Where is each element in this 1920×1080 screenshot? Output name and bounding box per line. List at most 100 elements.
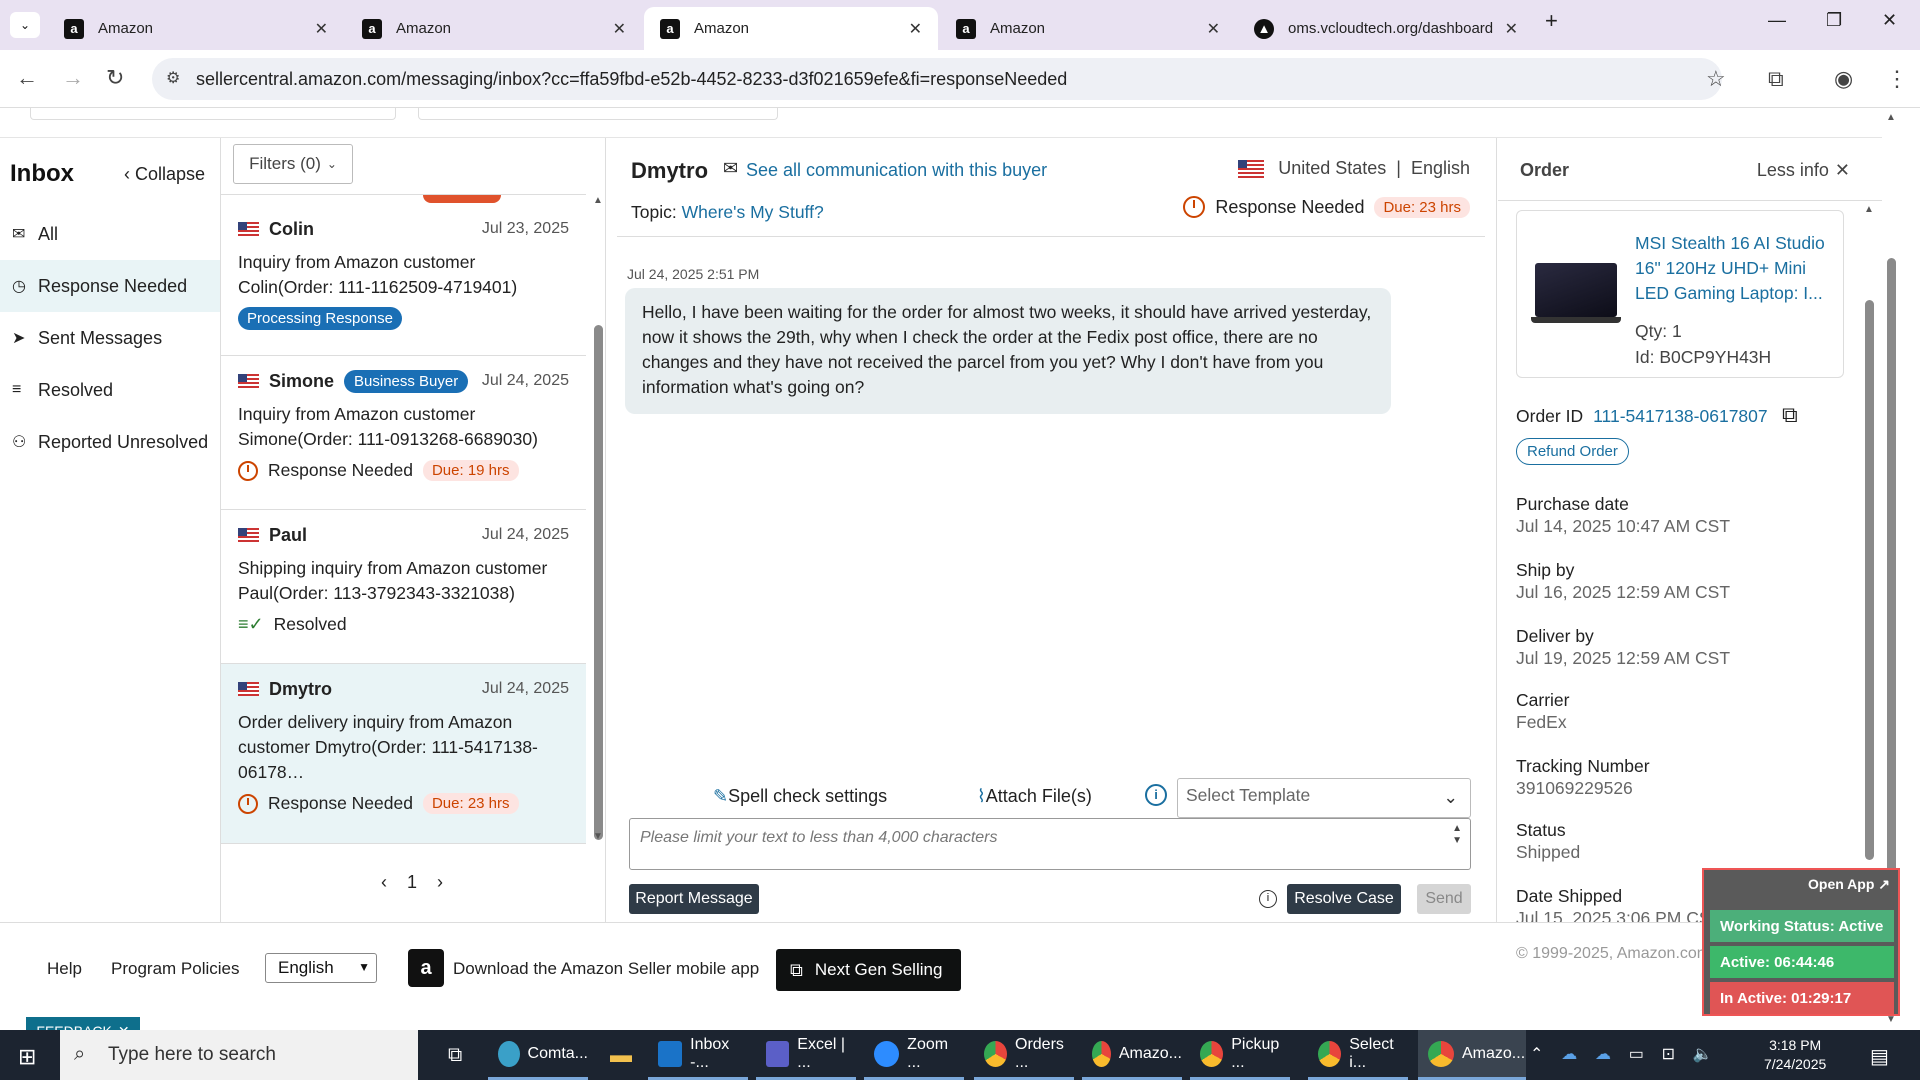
scroll-down-icon[interactable]: ▼ [593,831,603,842]
volume-icon[interactable]: 🔈 [1693,1046,1713,1063]
filters-dropdown[interactable]: Filters (0) ⌄ [233,144,353,184]
forward-icon[interactable]: → [62,65,84,91]
windows-start-icon[interactable]: ⊞ [18,1044,36,1070]
download-app-link[interactable]: Download the Amazon Seller mobile app [453,959,759,979]
oms-favicon-icon: ▲ [1254,18,1274,39]
order-id-link[interactable]: 111-5417138-0617807 [1593,406,1768,426]
taskbar-app-chrome-amazon[interactable]: Amazo... [1082,1030,1182,1080]
product-card: MSI Stealth 16 AI Studio 16" 120Hz UHD+ … [1516,210,1844,378]
program-policies-link[interactable]: Program Policies [111,959,240,979]
open-app-button[interactable]: Open App ↗ [1808,876,1890,893]
product-name-link[interactable]: MSI Stealth 16 AI Studio 16" 120Hz UHD+ … [1635,231,1835,306]
network-icon[interactable]: ⊡ [1662,1046,1675,1063]
bookmark-star-icon[interactable]: ☆ [1706,66,1726,92]
sidebar-item-reported-unresolved[interactable]: ⚇ Reported Unresolved [0,416,220,468]
taskbar-clock[interactable]: 3:18 PM 7/24/2025 [1764,1036,1826,1074]
taskbar-app-comta[interactable]: Comta... [488,1030,588,1080]
list-scrollbar[interactable]: ▲ ▼ [590,195,606,845]
taskbar-app-chrome-pickup[interactable]: Pickup ... [1190,1030,1290,1080]
pagination: ‹ 1 › [381,872,443,893]
close-tab-icon[interactable]: ✕ [1505,19,1518,39]
browser-tab-3-active[interactable]: a Amazon ✕ [644,7,938,50]
browser-tab-5[interactable]: ▲ oms.vcloudtech.org/dashboard ✕ [1238,7,1534,50]
resolve-case-button[interactable]: Resolve Case [1287,884,1401,914]
taskbar-app-zoom[interactable]: Zoom ... [864,1030,964,1080]
taskbar-app-chrome-select[interactable]: Select i... [1308,1030,1408,1080]
see-all-communication-link[interactable]: See all communication with this buyer [746,160,1047,181]
spell-check-settings-button[interactable]: ✎Spell check settings [713,786,887,807]
chrome-icon [984,1040,1007,1067]
tracking-number-value: 391069229526 [1516,778,1633,798]
less-info-button[interactable]: Less info ✕ [1757,160,1850,181]
copy-icon[interactable]: ⧉ [1782,402,1798,428]
browser-tab-1[interactable]: a Amazon ✕ [48,7,344,50]
extensions-icon[interactable]: ⧉ [1768,66,1784,92]
next-page-icon[interactable]: › [437,872,443,892]
taskbar-search[interactable]: ⌕ Type here to search [60,1030,418,1080]
tab-list-dropdown[interactable]: ⌄ [10,12,40,38]
task-view-icon[interactable]: ⧉ [438,1030,482,1080]
new-tab-icon[interactable]: + [1545,8,1558,34]
sidebar-item-sent-messages[interactable]: ➤ Sent Messages [0,312,220,364]
collapse-button[interactable]: ‹ Collapse [124,164,205,185]
message-card-dmytro-selected[interactable]: Dmytro Jul 24, 2025 Order delivery inquir… [221,664,586,844]
page-number[interactable]: 1 [407,872,417,892]
info-icon[interactable]: i [1145,784,1167,806]
close-tab-icon[interactable]: ✕ [315,19,328,39]
refund-order-button[interactable]: Refund Order [1516,438,1629,465]
close-window-icon[interactable]: ✕ [1882,10,1897,31]
buyer-name: Paul [269,524,308,545]
close-tab-icon[interactable]: ✕ [909,19,922,39]
prev-page-icon[interactable]: ‹ [381,872,387,892]
file-explorer-icon[interactable]: ▬ [600,1030,640,1080]
profile-icon[interactable]: ◉ [1834,66,1853,92]
chrome-icon [1200,1040,1224,1067]
url-field[interactable]: ⚙ sellercentral.amazon.com/messaging/inb… [152,58,1722,100]
chevron-up-icon[interactable]: ⌃ [1530,1046,1543,1063]
onedrive-icon[interactable]: ☁ [1595,1046,1611,1063]
scrollbar-thumb[interactable] [594,325,603,840]
send-button[interactable]: Send [1417,884,1471,914]
help-link[interactable]: Help [47,959,82,979]
topic-line: Topic: Where's My Stuff? [631,202,824,223]
language-select[interactable]: English ▼ [265,953,377,983]
reply-textarea[interactable]: Please limit your text to less than 4,00… [629,818,1471,870]
next-gen-selling-button[interactable]: ⧉ Next Gen Selling [776,949,961,991]
close-tab-icon[interactable]: ✕ [1207,19,1220,39]
taskbar-app-chrome-orders[interactable]: Orders ... [974,1030,1074,1080]
message-date: Jul 24, 2025 [481,526,569,543]
message-card-paul[interactable]: Paul Jul 24, 2025 Shipping inquiry from A… [221,510,586,664]
browser-menu-icon[interactable]: ⋮ [1886,66,1908,92]
browser-tab-2[interactable]: a Amazon ✕ [346,7,642,50]
message-card-simone[interactable]: Simone Business Buyer Jul 24, 2025 Inquiry… [221,356,586,510]
message-card-colin[interactable]: Colin Jul 23, 2025 Inquiry from Amazon cu… [221,204,586,356]
order-scrollbar[interactable]: ▲ [1860,200,1878,920]
battery-icon[interactable]: ▭ [1629,1046,1644,1063]
report-message-button[interactable]: Report Message [629,884,759,914]
browser-tab-4[interactable]: a Amazon ✕ [940,7,1236,50]
scroll-up-icon[interactable]: ▲ [593,195,603,206]
restore-icon[interactable]: ❐ [1826,10,1842,31]
attach-files-button[interactable]: ⌇Attach File(s) [977,786,1092,807]
info-icon[interactable]: i [1259,890,1277,908]
taskbar-app-teams[interactable]: Excel | ... [756,1030,856,1080]
taskbar-app-chrome-amazon-active[interactable]: Amazo... [1418,1030,1526,1080]
scrollbar-thumb[interactable] [1865,300,1874,860]
minimize-icon[interactable]: — [1768,10,1786,31]
scroll-up-icon[interactable]: ▲ [1864,204,1874,215]
notifications-icon[interactable]: ▤ [1870,1044,1889,1069]
sidebar-item-response-needed[interactable]: ◷ Response Needed [0,260,220,312]
topic-link[interactable]: Where's My Stuff? [682,202,824,222]
sidebar-item-resolved[interactable]: ≡ Resolved [0,364,220,416]
buyer-name: Dmytro [269,678,333,699]
taskbar-app-outlook[interactable]: Inbox -... [648,1030,748,1080]
select-template-dropdown[interactable]: Select Template ⌄ [1177,778,1471,818]
site-info-icon[interactable]: ⚙ [166,58,180,100]
textarea-stepper-icon[interactable]: ▲ ▼ [1452,823,1462,847]
scroll-up-icon[interactable]: ▲ [1886,112,1896,123]
back-icon[interactable]: ← [16,65,38,91]
onedrive-icon[interactable]: ☁ [1561,1046,1577,1063]
sidebar-item-all[interactable]: ✉ All [0,208,220,260]
reload-icon[interactable]: ↻ [106,65,124,91]
close-tab-icon[interactable]: ✕ [613,19,626,39]
